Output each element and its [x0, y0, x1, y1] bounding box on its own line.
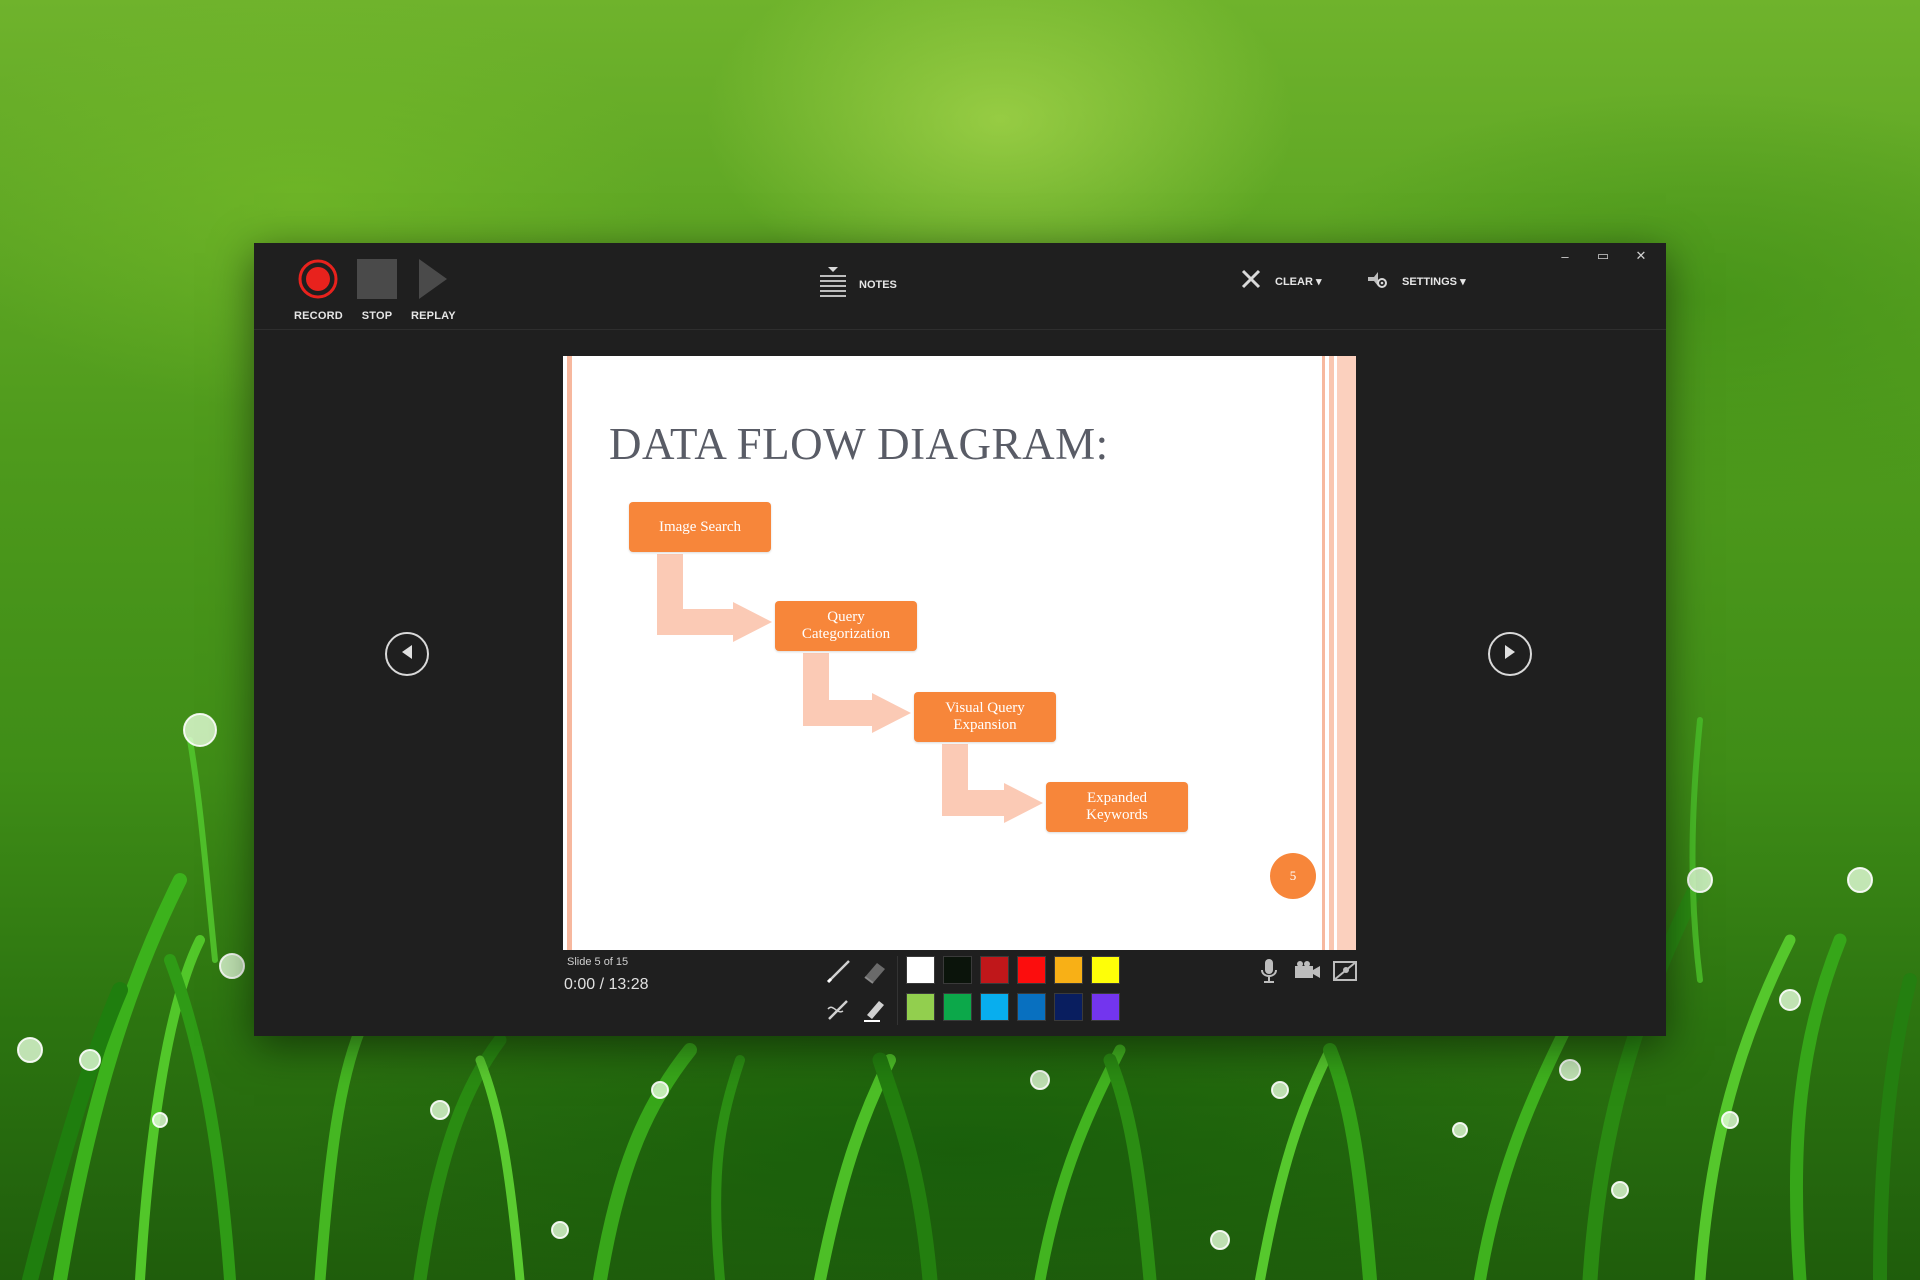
flow-box-image-search: Image Search — [629, 502, 771, 552]
recording-window: RECORD STOP REPLAY NOTES CLEAR ▾ SETTING… — [254, 243, 1666, 1036]
ink-tools — [816, 957, 896, 1033]
color-swatch-red[interactable] — [1017, 956, 1046, 984]
clear-button[interactable]: CLEAR ▾ — [1241, 269, 1321, 294]
color-swatch-light-blue[interactable] — [980, 993, 1009, 1021]
color-swatch-dark-red[interactable] — [980, 956, 1009, 984]
x-icon — [1241, 269, 1261, 294]
camera-preview-icon — [1332, 959, 1358, 988]
color-swatch-orange[interactable] — [1054, 956, 1083, 984]
close-button[interactable]: ✕ — [1622, 245, 1660, 267]
flow-box-visual-query-expansion: Visual Query Expansion — [914, 692, 1056, 742]
stop-label: STOP — [361, 310, 393, 322]
color-swatch-light-green[interactable] — [906, 993, 935, 1021]
color-swatch-green[interactable] — [943, 993, 972, 1021]
recording-timer: 0:00 / 13:28 — [564, 976, 649, 994]
laser-pointer-icon — [825, 995, 853, 1028]
record-label: RECORD — [294, 310, 343, 322]
chevron-down-icon: ▾ — [1315, 276, 1322, 288]
flow-arrow-2-head — [872, 693, 911, 733]
flow-box-expanded-keywords: Expanded Keywords — [1046, 782, 1188, 832]
color-swatch-dark-blue[interactable] — [1054, 993, 1083, 1021]
flow-arrow-2 — [803, 653, 877, 726]
record-icon — [298, 259, 338, 304]
color-swatch-purple[interactable] — [1091, 993, 1120, 1021]
notes-label: NOTES — [859, 278, 897, 291]
time-total: 13:28 — [608, 976, 649, 993]
notes-button[interactable]: NOTES — [819, 267, 897, 302]
time-separator: / — [599, 976, 605, 993]
clear-label: CLEAR — [1275, 276, 1313, 288]
microphone-icon — [1260, 958, 1278, 989]
flow-arrow-3 — [942, 744, 1009, 816]
minimize-button[interactable]: – — [1546, 245, 1584, 267]
record-button[interactable]: RECORD — [294, 259, 343, 322]
highlighter-icon — [861, 995, 889, 1028]
chevron-down-icon: ▾ — [1460, 276, 1466, 288]
window-controls: – ▭ ✕ — [1546, 245, 1660, 267]
slide-preview: DATA FLOW DIAGRAM: Image Search Query Ca… — [563, 356, 1356, 950]
stop-icon — [357, 259, 397, 304]
replay-button[interactable]: REPLAY — [411, 259, 456, 322]
flow-arrows — [657, 554, 1043, 823]
highlighter-button[interactable] — [858, 995, 892, 1027]
play-icon — [413, 259, 453, 304]
settings-button[interactable]: SETTINGS ▾ — [1366, 269, 1466, 294]
restore-button[interactable]: ▭ — [1584, 245, 1622, 267]
color-swatch-yellow[interactable] — [1091, 956, 1120, 984]
flow-arrow-1-head — [733, 602, 772, 642]
next-slide-button[interactable] — [1488, 632, 1532, 676]
flow-arrow-1 — [657, 554, 738, 635]
camera-button[interactable] — [1292, 957, 1322, 989]
microphone-button[interactable] — [1254, 957, 1284, 989]
settings-label: SETTINGS — [1402, 276, 1458, 288]
time-current: 0:00 — [564, 976, 596, 993]
eraser-icon — [861, 957, 889, 990]
ink-color-palette — [897, 956, 1122, 1025]
replay-label: REPLAY — [411, 310, 456, 322]
color-swatch-blue[interactable] — [1017, 993, 1046, 1021]
eraser-button[interactable] — [858, 957, 892, 989]
recording-toolbar: RECORD STOP REPLAY NOTES CLEAR ▾ SETTING… — [254, 243, 1666, 330]
laser-pointer-button[interactable] — [822, 995, 856, 1027]
color-swatch-white[interactable] — [906, 956, 935, 984]
camera-preview-button[interactable] — [1330, 957, 1360, 989]
stop-button[interactable]: STOP — [357, 259, 397, 322]
gear-icon — [1366, 269, 1388, 294]
next-slide-icon — [1503, 644, 1517, 665]
color-swatch-black[interactable] — [943, 956, 972, 984]
pen-icon — [825, 957, 853, 990]
flow-box-query-categorization: Query Categorization — [775, 601, 917, 651]
flow-arrow-3-head — [1004, 783, 1043, 823]
slide-page-number: 5 — [1270, 853, 1316, 899]
previous-slide-icon — [400, 644, 414, 665]
video-camera-icon — [1293, 960, 1321, 987]
pen-button[interactable] — [822, 957, 856, 989]
slide-counter: Slide 5 of 15 — [567, 956, 629, 968]
notes-icon — [819, 267, 847, 302]
media-controls — [1254, 957, 1360, 989]
previous-slide-button[interactable] — [385, 632, 429, 676]
